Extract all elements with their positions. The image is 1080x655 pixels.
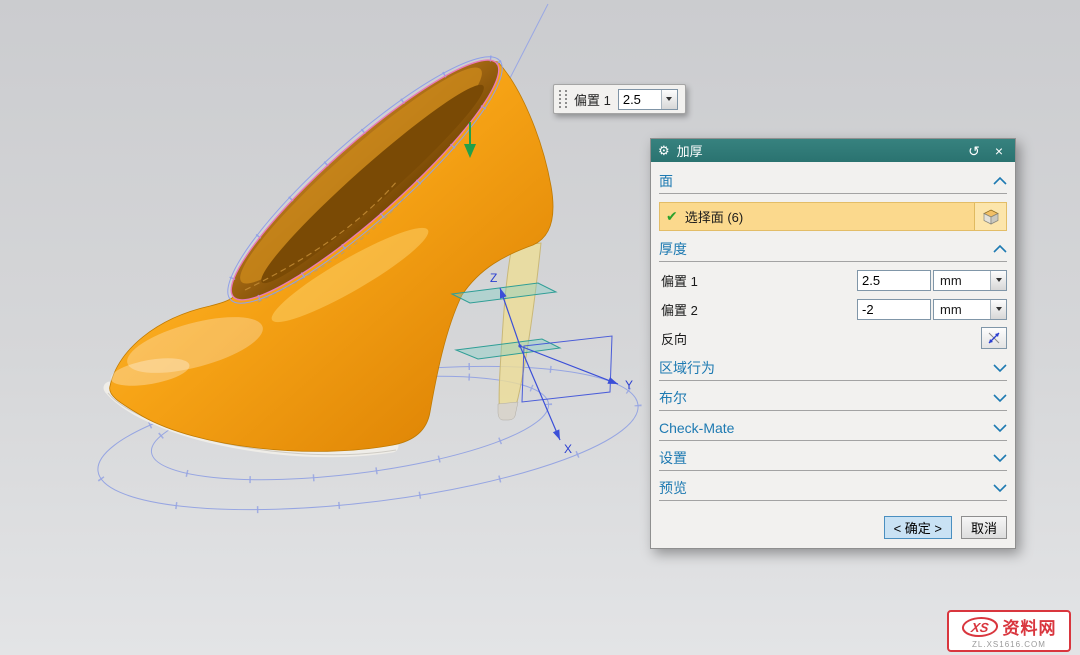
cancel-button[interactable]: 取消 — [961, 516, 1007, 539]
onscreen-input-toolbar[interactable]: 偏置 1 — [553, 84, 686, 114]
gear-icon: ⚙ — [658, 144, 670, 157]
dialog-title: 加厚 — [677, 141, 958, 160]
drag-handle[interactable] — [559, 90, 567, 108]
chevron-down-icon[interactable] — [993, 483, 1007, 493]
section-region-behavior-title: 区域行为 — [659, 358, 715, 378]
reverse-direction-icon — [986, 330, 1002, 346]
watermark-brand: 资料网 — [1003, 614, 1057, 639]
section-preview-title: 预览 — [659, 478, 687, 498]
chevron-down-icon — [666, 97, 672, 101]
section-thickness-title: 厚度 — [659, 239, 687, 259]
offset2-unit: mm — [934, 300, 990, 319]
offset2-unit-combo[interactable]: mm — [933, 299, 1007, 320]
face-filter-button[interactable] — [974, 203, 1006, 230]
offset2-row: 偏置 2 mm — [659, 298, 1007, 320]
dialog-buttons: < 确定 > 取消 — [659, 516, 1007, 539]
reverse-row: 反向 — [659, 327, 1007, 349]
offset2-label: 偏置 2 — [659, 300, 857, 319]
select-face-field[interactable]: ✔ 选择面 (6) — [660, 203, 974, 230]
chevron-down-icon[interactable] — [993, 423, 1007, 433]
select-face-row[interactable]: ✔ 选择面 (6) — [659, 202, 1007, 231]
chevron-up-icon[interactable] — [993, 176, 1007, 186]
offset1-unit-combo[interactable]: mm — [933, 270, 1007, 291]
offset1-unit: mm — [934, 271, 990, 290]
axis-label-y: Y — [625, 378, 633, 392]
axis-label-z: Z — [490, 271, 497, 285]
offset1-input[interactable] — [857, 270, 931, 291]
offset1-label: 偏置 1 — [659, 271, 857, 290]
ok-button[interactable]: < 确定 > — [884, 516, 952, 539]
watermark-row: XS 资料网 — [953, 614, 1065, 639]
section-checkmate[interactable]: Check-Mate — [659, 416, 1007, 441]
offset2-unit-dropdown[interactable] — [990, 300, 1006, 319]
check-icon: ✔ — [666, 208, 678, 225]
offset1-row: 偏置 1 mm — [659, 269, 1007, 291]
select-face-label: 选择面 (6) — [685, 207, 744, 226]
thicken-dialog[interactable]: ⚙ 加厚 ↺ × 面 ✔ 选择面 (6) 厚度 — [650, 138, 1016, 549]
shoe-body[interactable] — [109, 61, 553, 451]
offset1-mini-label: 偏置 1 — [574, 90, 611, 109]
section-face-title: 面 — [659, 171, 673, 191]
section-settings[interactable]: 设置 — [659, 446, 1007, 471]
close-icon[interactable]: × — [990, 144, 1008, 158]
offset2-input[interactable] — [857, 299, 931, 320]
section-thickness-header[interactable]: 厚度 — [659, 237, 1007, 262]
watermark: XS 资料网 ZL.XS1616.COM — [947, 610, 1071, 652]
chevron-down-icon[interactable] — [993, 363, 1007, 373]
heel-tip-cap — [498, 402, 518, 420]
offset1-unit-dropdown[interactable] — [990, 271, 1006, 290]
section-region-behavior[interactable]: 区域行为 — [659, 356, 1007, 381]
chevron-down-icon — [996, 307, 1002, 311]
axis-label-x: X — [564, 442, 572, 456]
section-boolean-title: 布尔 — [659, 388, 687, 408]
section-checkmate-title: Check-Mate — [659, 420, 734, 436]
watermark-logo: XS — [960, 617, 999, 637]
reverse-label: 反向 — [659, 329, 981, 348]
section-face-header[interactable]: 面 — [659, 169, 1007, 194]
reverse-direction-button[interactable] — [981, 327, 1007, 349]
offset1-mini-dropdown-button[interactable] — [661, 90, 677, 109]
watermark-site: ZL.XS1616.COM — [953, 640, 1065, 649]
chevron-down-icon[interactable] — [993, 453, 1007, 463]
section-preview[interactable]: 预览 — [659, 476, 1007, 501]
dialog-header[interactable]: ⚙ 加厚 ↺ × — [651, 139, 1015, 162]
offset1-mini-input[interactable] — [619, 90, 661, 109]
chevron-down-icon — [996, 278, 1002, 282]
dialog-body: 面 ✔ 选择面 (6) 厚度 偏置 1 — [651, 162, 1015, 548]
chevron-down-icon[interactable] — [993, 393, 1007, 403]
chevron-up-icon[interactable] — [993, 244, 1007, 254]
reset-icon[interactable]: ↺ — [965, 144, 983, 158]
offset1-mini-combo[interactable] — [618, 89, 678, 110]
section-boolean[interactable]: 布尔 — [659, 386, 1007, 411]
cube-icon — [982, 208, 1000, 226]
section-settings-title: 设置 — [659, 448, 687, 468]
